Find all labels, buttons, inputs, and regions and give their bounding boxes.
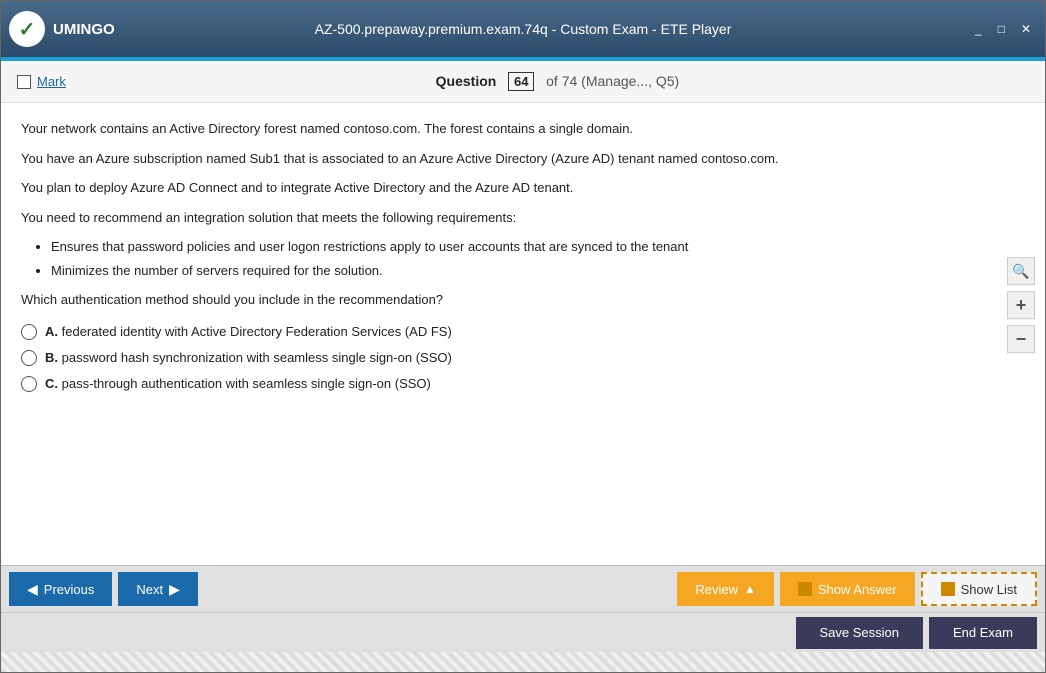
question-text: Your network contains an Active Director… bbox=[21, 119, 1025, 310]
paragraph-3: You plan to deploy Azure AD Connect and … bbox=[21, 178, 1025, 198]
option-b-label: B. password hash synchronization with se… bbox=[45, 350, 452, 365]
window-title: AZ-500.prepaway.premium.exam.74q - Custo… bbox=[315, 21, 732, 37]
review-button[interactable]: Review ▲ bbox=[677, 572, 774, 606]
end-exam-button[interactable]: End Exam bbox=[929, 617, 1037, 649]
paragraph-2: You have an Azure subscription named Sub… bbox=[21, 149, 1025, 169]
question-info: Question 64 of 74 (Manage..., Q5) bbox=[436, 72, 680, 91]
paragraph-4: You need to recommend an integration sol… bbox=[21, 208, 1025, 228]
option-c-label: C. pass-through authentication with seam… bbox=[45, 376, 431, 391]
search-icon[interactable]: 🔍 bbox=[1007, 257, 1035, 285]
option-a[interactable]: A. federated identity with Active Direct… bbox=[21, 324, 1025, 340]
close-button[interactable]: ✕ bbox=[1015, 20, 1037, 38]
question-header: Mark Question 64 of 74 (Manage..., Q5) bbox=[1, 61, 1045, 103]
question-number: 64 bbox=[508, 72, 534, 91]
mark-checkbox[interactable] bbox=[17, 75, 31, 89]
logo-text: UMINGO bbox=[53, 21, 115, 38]
show-answer-icon bbox=[798, 582, 812, 596]
toolbar-row2: Save Session End Exam bbox=[1, 612, 1045, 652]
option-c[interactable]: C. pass-through authentication with seam… bbox=[21, 376, 1025, 392]
title-bar-left: ✓ UMINGO bbox=[9, 11, 115, 47]
minimize-button[interactable]: _ bbox=[969, 20, 988, 38]
bullet-1: Ensures that password policies and user … bbox=[51, 237, 1025, 257]
next-button[interactable]: Next ▶ bbox=[118, 572, 198, 606]
options-list: A. federated identity with Active Direct… bbox=[21, 324, 1025, 392]
bottom-toolbar: ◀ Previous Next ▶ Review ▲ Show Answer S… bbox=[1, 565, 1045, 652]
mark-label[interactable]: Mark bbox=[37, 74, 66, 89]
option-a-label: A. federated identity with Active Direct… bbox=[45, 324, 452, 339]
radio-a[interactable] bbox=[21, 324, 37, 340]
mark-section[interactable]: Mark bbox=[17, 74, 66, 89]
zoom-in-icon[interactable]: + bbox=[1007, 291, 1035, 319]
show-list-button[interactable]: Show List bbox=[921, 572, 1037, 606]
maximize-button[interactable]: □ bbox=[992, 20, 1011, 38]
logo-icon: ✓ bbox=[9, 11, 45, 47]
previous-button[interactable]: ◀ Previous bbox=[9, 572, 112, 606]
requirements-list: Ensures that password policies and user … bbox=[51, 237, 1025, 280]
toolbar-row1: ◀ Previous Next ▶ Review ▲ Show Answer S… bbox=[1, 566, 1045, 612]
radio-b[interactable] bbox=[21, 350, 37, 366]
question-prompt: Which authentication method should you i… bbox=[21, 290, 1025, 310]
zoom-out-icon[interactable]: − bbox=[1007, 325, 1035, 353]
title-bar: ✓ UMINGO AZ-500.prepaway.premium.exam.74… bbox=[1, 1, 1045, 57]
question-label: Question bbox=[436, 73, 497, 89]
review-arrow-icon: ▲ bbox=[744, 582, 756, 596]
save-session-button[interactable]: Save Session bbox=[796, 617, 924, 649]
question-meta: of 74 (Manage..., Q5) bbox=[546, 73, 679, 89]
show-list-icon bbox=[941, 582, 955, 596]
sidebar-icons: 🔍 + − bbox=[1007, 257, 1035, 353]
show-answer-button[interactable]: Show Answer bbox=[780, 572, 915, 606]
prev-arrow-icon: ◀ bbox=[27, 581, 38, 598]
option-b[interactable]: B. password hash synchronization with se… bbox=[21, 350, 1025, 366]
window-controls: _ □ ✕ bbox=[969, 20, 1037, 38]
paragraph-1: Your network contains an Active Director… bbox=[21, 119, 1025, 139]
next-arrow-icon: ▶ bbox=[169, 581, 180, 598]
bullet-2: Minimizes the number of servers required… bbox=[51, 261, 1025, 281]
radio-c[interactable] bbox=[21, 376, 37, 392]
stripe-area bbox=[1, 652, 1045, 672]
content-area: Your network contains an Active Director… bbox=[1, 103, 1045, 565]
